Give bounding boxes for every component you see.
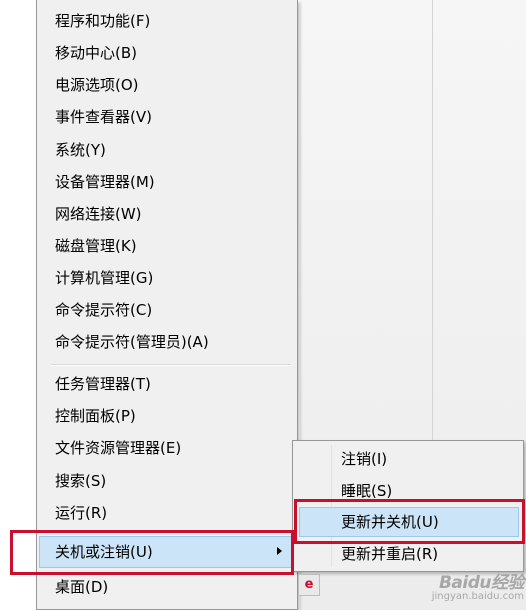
menu-item-power-options[interactable]: 电源选项(O) xyxy=(55,71,139,99)
annotation-box-update-shutdown xyxy=(294,499,525,544)
submenu-item-sign-out[interactable]: 注销(I) xyxy=(341,445,387,473)
baidu-watermark: Baidu经验 jingyan.baidu.com xyxy=(410,568,525,602)
taskbar-app-icon[interactable]: e xyxy=(298,574,320,596)
menu-item-file-explorer[interactable]: 文件资源管理器(E) xyxy=(55,434,181,462)
menu-item-command-prompt-admin[interactable]: 命令提示符(管理员)(A) xyxy=(55,328,209,356)
window-divider xyxy=(432,0,433,440)
menu-item-mobility-center[interactable]: 移动中心(B) xyxy=(55,39,137,67)
annotation-box-shutdown xyxy=(10,530,294,575)
menu-item-disk-management[interactable]: 磁盘管理(K) xyxy=(55,232,137,260)
menu-item-system[interactable]: 系统(Y) xyxy=(55,136,106,164)
watermark-logo: Baidu经验 xyxy=(438,573,525,593)
submenu-item-update-restart[interactable]: 更新并重启(R) xyxy=(341,540,438,568)
menu-item-run[interactable]: 运行(R) xyxy=(55,499,107,527)
menu-item-network-connections[interactable]: 网络连接(W) xyxy=(55,200,142,228)
menu-item-control-panel[interactable]: 控制面板(P) xyxy=(55,402,136,430)
menu-gutter xyxy=(37,0,41,609)
menu-item-search[interactable]: 搜索(S) xyxy=(55,467,106,495)
quick-link-menu: 程序和功能(F) 移动中心(B) 电源选项(O) 事件查看器(V) 系统(Y) … xyxy=(36,0,298,610)
menu-item-event-viewer[interactable]: 事件查看器(V) xyxy=(55,103,152,131)
watermark-url: jingyan.baidu.com xyxy=(431,591,524,602)
menu-item-computer-management[interactable]: 计算机管理(G) xyxy=(55,264,153,292)
menu-item-programs-features[interactable]: 程序和功能(F) xyxy=(55,7,150,35)
menu-separator xyxy=(51,364,291,366)
menu-item-desktop[interactable]: 桌面(D) xyxy=(55,573,108,601)
menu-item-command-prompt[interactable]: 命令提示符(C) xyxy=(55,296,152,324)
menu-item-task-manager[interactable]: 任务管理器(T) xyxy=(55,370,151,398)
menu-item-device-manager[interactable]: 设备管理器(M) xyxy=(55,168,155,196)
